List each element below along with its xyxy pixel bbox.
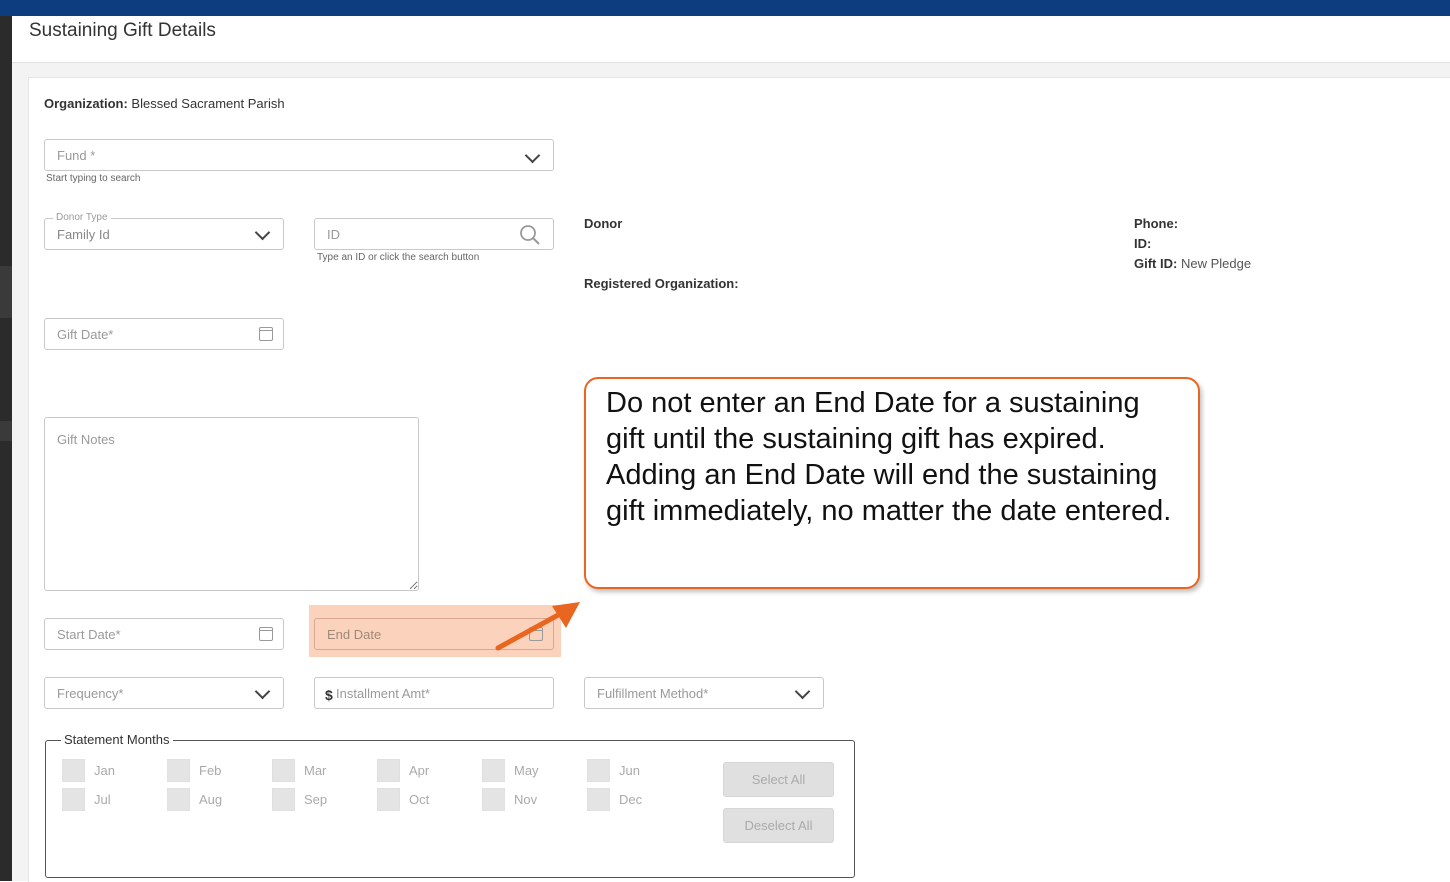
checkbox[interactable] (62, 788, 85, 811)
chevron-down-icon[interactable] (254, 683, 271, 700)
page-header: Sustaining Gift Details (12, 16, 1450, 63)
installment-placeholder: Installment Amt* (336, 686, 430, 701)
checkbox[interactable] (167, 759, 190, 782)
checkbox[interactable] (587, 759, 610, 782)
organization-line: Organization: Blessed Sacrament Parish (44, 96, 285, 111)
gift-id-line: Gift ID: New Pledge (1134, 256, 1251, 271)
month-label: Dec (619, 792, 643, 807)
donor-type-value: Family Id (57, 227, 110, 242)
chevron-down-icon[interactable] (524, 147, 541, 164)
end-date-placeholder: End Date (327, 627, 382, 642)
month-checkbox-mar[interactable]: Mar (272, 759, 326, 782)
callout-note: Do not enter an End Date for a sustainin… (584, 377, 1200, 589)
checkbox[interactable] (587, 788, 610, 811)
donor-label: Donor (584, 216, 623, 231)
month-label: Jan (94, 763, 115, 778)
month-checkbox-feb[interactable]: Feb (167, 759, 221, 782)
month-label: Jul (94, 792, 111, 807)
fulfillment-method-select[interactable]: Fulfillment Method* (584, 677, 824, 709)
gift-date-input[interactable]: Gift Date* (44, 318, 284, 350)
deselect-all-button[interactable]: Deselect All (723, 808, 834, 843)
chevron-down-icon[interactable] (254, 224, 271, 241)
frequency-placeholder: Frequency* (57, 686, 124, 701)
id-placeholder: ID (327, 227, 340, 242)
left-sidebar-strip (0, 16, 12, 881)
organization-label: Organization: (44, 96, 128, 111)
calendar-icon[interactable] (259, 627, 273, 641)
checkbox[interactable] (482, 759, 505, 782)
checkbox[interactable] (62, 759, 85, 782)
select-all-button[interactable]: Select All (723, 762, 834, 797)
donor-type-select[interactable]: Donor Type Family Id (44, 212, 284, 250)
checkbox[interactable] (272, 759, 295, 782)
currency-symbol: $ (325, 687, 333, 703)
month-checkbox-oct[interactable]: Oct (377, 788, 429, 811)
gift-id-value: New Pledge (1180, 256, 1252, 271)
month-label: Nov (514, 792, 538, 807)
checkbox[interactable] (482, 788, 505, 811)
chevron-down-icon[interactable] (794, 683, 811, 700)
checkbox[interactable] (167, 788, 190, 811)
month-checkbox-nov[interactable]: Nov (482, 788, 537, 811)
month-checkbox-jul[interactable]: Jul (62, 788, 111, 811)
phone-label: Phone: (1134, 216, 1179, 231)
month-label: May (514, 763, 539, 778)
gift-date-placeholder: Gift Date* (57, 327, 114, 342)
registered-organization-label: Registered Organization: (584, 276, 739, 291)
top-bar (0, 0, 1450, 16)
organization-value: Blessed Sacrament Parish (131, 96, 285, 111)
page-title: Sustaining Gift Details (29, 20, 216, 41)
id-label: ID: (1134, 236, 1152, 251)
statement-months-group: Statement Months Jan Feb Mar Apr May Jun… (45, 732, 855, 878)
month-checkbox-apr[interactable]: Apr (377, 759, 429, 782)
month-label: Jun (619, 763, 640, 778)
calendar-icon[interactable] (259, 327, 273, 341)
month-label: Feb (199, 763, 222, 778)
checkbox[interactable] (377, 759, 400, 782)
fund-placeholder: Fund * (57, 148, 96, 163)
checkbox[interactable] (272, 788, 295, 811)
start-date-placeholder: Start Date* (57, 627, 121, 642)
fund-hint: Start typing to search (46, 173, 141, 184)
month-checkbox-jan[interactable]: Jan (62, 759, 115, 782)
month-checkbox-aug[interactable]: Aug (167, 788, 222, 811)
month-label: Aug (199, 792, 223, 807)
month-checkbox-jun[interactable]: Jun (587, 759, 640, 782)
sidebar-marker (0, 421, 12, 441)
donor-type-legend: Donor Type (53, 212, 111, 223)
statement-months-legend: Statement Months (61, 732, 173, 747)
month-checkbox-may[interactable]: May (482, 759, 539, 782)
month-label: Oct (409, 792, 430, 807)
sidebar-marker (0, 266, 12, 318)
fund-select[interactable]: Fund * (44, 139, 554, 171)
fulfillment-placeholder: Fulfillment Method* (597, 686, 709, 701)
annotation-arrow-icon (495, 602, 580, 651)
month-checkbox-dec[interactable]: Dec (587, 788, 642, 811)
frequency-select[interactable]: Frequency* (44, 677, 284, 709)
month-label: Apr (409, 763, 430, 778)
start-date-input[interactable]: Start Date* (44, 618, 284, 650)
month-label: Mar (304, 763, 327, 778)
id-input[interactable]: ID (314, 218, 554, 250)
gift-notes-textarea[interactable] (44, 417, 419, 591)
gift-id-label: Gift ID: (1134, 256, 1178, 271)
search-icon[interactable] (519, 224, 541, 246)
checkbox[interactable] (377, 788, 400, 811)
id-hint: Type an ID or click the search button (317, 252, 480, 263)
installment-amount-input[interactable]: $ Installment Amt* (314, 677, 554, 709)
month-checkbox-sep[interactable]: Sep (272, 788, 327, 811)
month-label: Sep (304, 792, 328, 807)
